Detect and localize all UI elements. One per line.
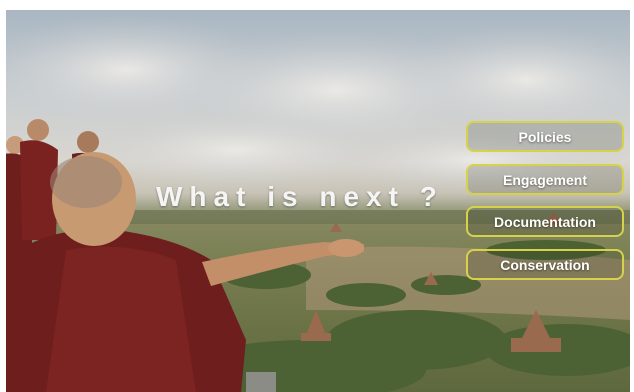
slide-title: What is next ?	[156, 181, 444, 212]
documentation-button[interactable]: Documentation	[466, 206, 624, 237]
engagement-button[interactable]: Engagement	[466, 164, 624, 195]
slide: What is next ? Policies Engagement Docum…	[0, 0, 634, 392]
conservation-button[interactable]: Conservation	[466, 249, 624, 280]
policies-button[interactable]: Policies	[466, 121, 624, 152]
